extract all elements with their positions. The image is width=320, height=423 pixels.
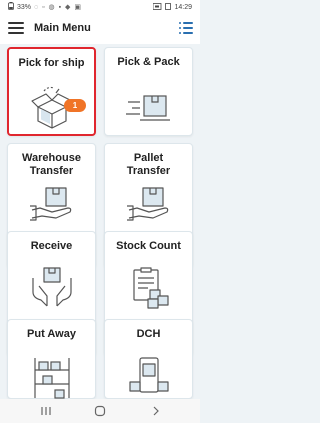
status-bar: 33% ◌ ▫ ◍ ▪ ◆ ▣ 14:29 — [0, 0, 200, 14]
back-icon[interactable] — [146, 404, 166, 418]
recent-apps-icon[interactable] — [36, 404, 56, 418]
tile-dch[interactable]: DCH — [104, 319, 193, 399]
tile-label: Pick for ship — [18, 57, 85, 69]
hand-box-icon — [29, 187, 71, 221]
tile-label: Receive — [30, 240, 73, 252]
battery-level-icon — [165, 2, 172, 12]
signal-icon — [153, 2, 162, 12]
tile-label: Pick & Pack — [117, 56, 180, 68]
tile-pick-and-pack[interactable]: Pick & Pack — [104, 47, 193, 136]
pending-count-badge: 1 — [64, 99, 86, 112]
battery-percent: 33% — [17, 3, 32, 11]
tile-pick-for-ship[interactable]: Pick for ship 1 — [7, 47, 96, 136]
tile-label: Put Away — [27, 328, 76, 340]
hand-box-icon — [126, 187, 168, 221]
tile-label: DCH — [136, 328, 161, 340]
main-menu-grid: Pick for ship 1 Pick & Pack Warehouse Tr… — [0, 44, 200, 399]
battery-icon — [8, 2, 14, 12]
hands-receive-icon — [31, 267, 72, 307]
list-view-icon[interactable] — [179, 22, 193, 34]
tile-label: Pallet Transfer — [126, 152, 171, 177]
tile-put-away[interactable]: Put Away — [7, 319, 96, 399]
home-icon[interactable] — [90, 404, 110, 418]
shelves-icon — [33, 358, 70, 399]
app-bar: Main Menu — [0, 14, 200, 44]
tile-label: Warehouse Transfer — [22, 152, 81, 177]
system-navigation-bar — [0, 399, 200, 423]
clock: 14:29 — [174, 3, 192, 11]
hamburger-menu-icon[interactable] — [8, 22, 24, 36]
notification-icons: ◌ ▫ ◍ ▪ ◆ ▣ — [34, 4, 82, 11]
clipboard-boxes-icon — [132, 267, 169, 309]
page-title: Main Menu — [34, 22, 91, 34]
phone-boxes-icon — [128, 357, 169, 393]
box-lines-icon — [125, 95, 170, 121]
tile-label: Stock Count — [116, 240, 181, 252]
